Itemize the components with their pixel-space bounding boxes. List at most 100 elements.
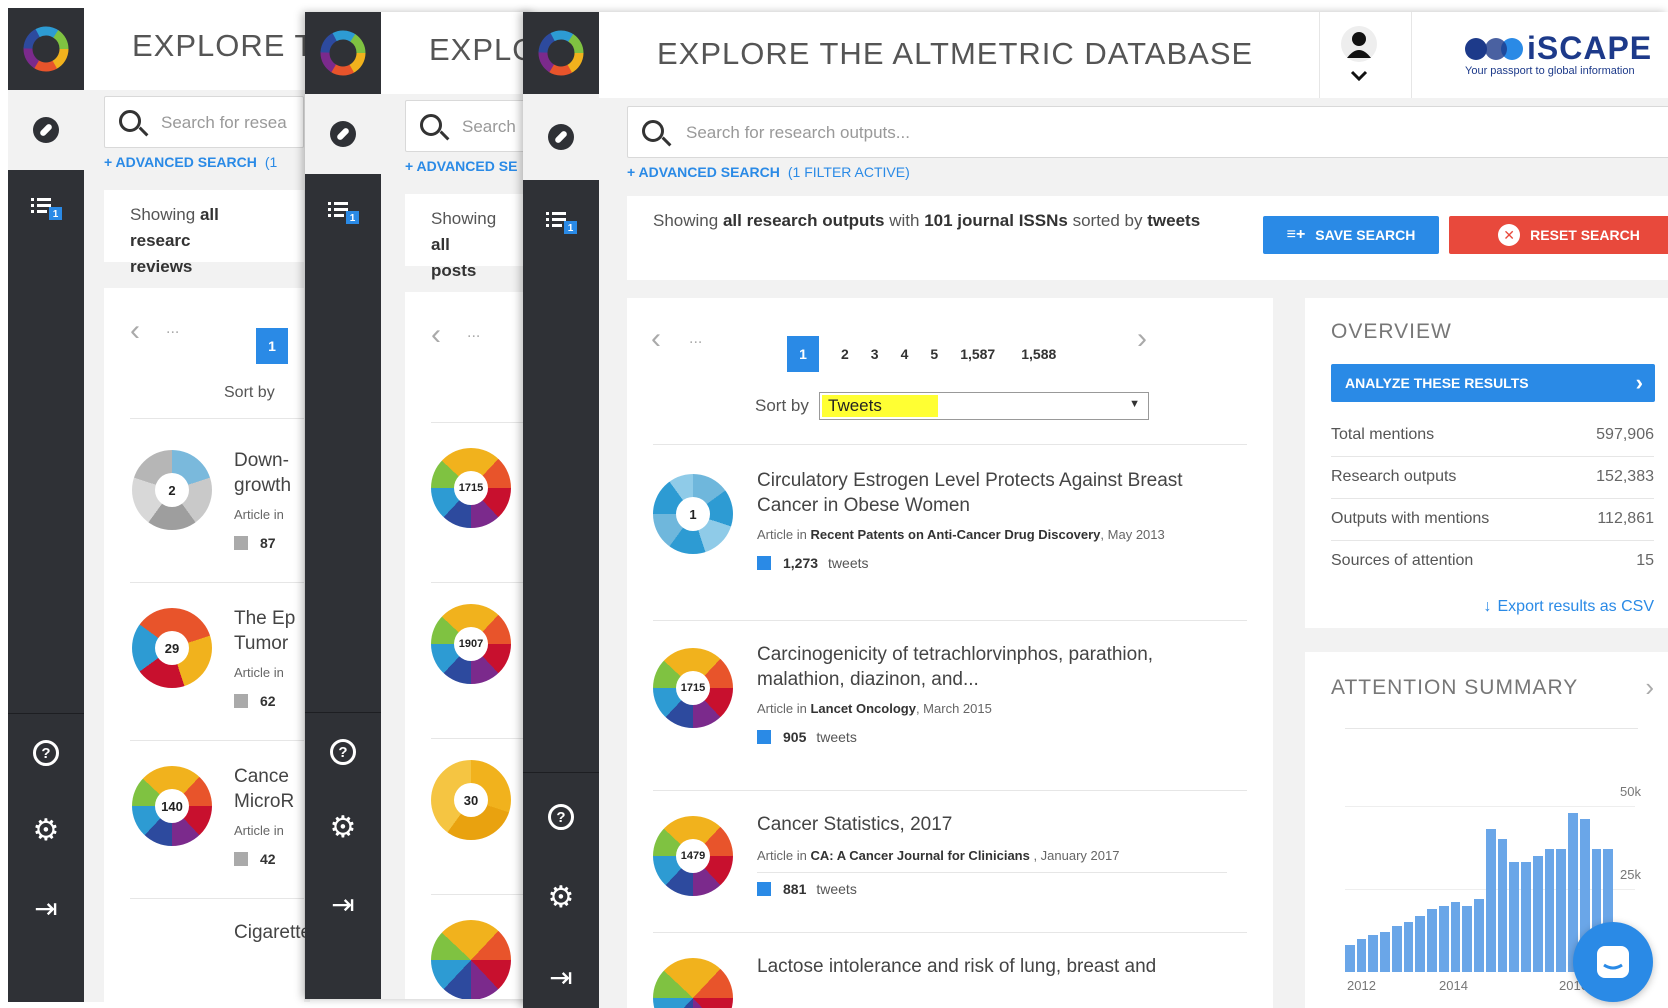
logout-button[interactable]: ⇥ xyxy=(305,874,381,934)
nav-saved-lists[interactable]: 1 xyxy=(523,192,599,252)
chart-bar[interactable] xyxy=(1415,916,1426,972)
page-2-button[interactable]: 2 xyxy=(841,346,849,362)
search-icon xyxy=(642,120,664,142)
altmetric-score-donut[interactable] xyxy=(653,958,733,1008)
settings-button[interactable]: ⚙ xyxy=(8,800,84,860)
result-count: 1,273 tweets xyxy=(757,555,1217,571)
altmetric-logo[interactable] xyxy=(8,8,84,90)
chart-bar[interactable] xyxy=(1345,945,1355,972)
altmetric-score-donut[interactable]: 1907 xyxy=(431,604,511,684)
logout-button[interactable]: ⇥ xyxy=(523,947,599,1007)
chart-bar[interactable] xyxy=(1403,922,1414,972)
altmetric-score-donut[interactable]: 2 xyxy=(132,450,212,530)
summary-card: Showing all posts xyxy=(405,194,535,280)
settings-button[interactable]: ⚙ xyxy=(523,867,599,927)
user-menu[interactable] xyxy=(1339,26,1393,86)
altmetric-score-donut[interactable]: 140 xyxy=(132,766,212,846)
advanced-search-link[interactable]: + ADVANCED SEARCH (1 FILTER ACTIVE) xyxy=(627,164,910,180)
list-item[interactable]: Down-growth Article in 87 xyxy=(234,448,310,551)
altmetric-score-donut[interactable] xyxy=(431,920,511,999)
altmetric-score-donut[interactable]: 1479 xyxy=(653,816,733,896)
chart-bar[interactable] xyxy=(1485,829,1496,972)
chart-bar[interactable] xyxy=(1474,899,1484,972)
advanced-search-link[interactable]: + ADVANCED SEARCH (1 xyxy=(104,154,277,170)
chart-bar[interactable] xyxy=(1462,906,1473,972)
result-title[interactable]: Circulatory Estrogen Level Protects Agai… xyxy=(757,468,1217,518)
chart-bar[interactable] xyxy=(1556,849,1567,972)
list-item[interactable]: Cigarette smoke mediates epig xyxy=(234,920,310,945)
altmetric-score-donut[interactable]: 1 xyxy=(653,474,733,554)
list-badge: 1 xyxy=(53,209,59,220)
chart-bar[interactable] xyxy=(1380,932,1390,972)
chart-bar[interactable] xyxy=(1532,856,1543,972)
altmetric-donut-icon xyxy=(320,30,366,76)
help-button[interactable]: ? xyxy=(523,787,599,847)
chart-bar[interactable] xyxy=(1427,909,1437,972)
nav-explore[interactable] xyxy=(8,90,84,170)
save-search-button[interactable]: ≡+ SAVE SEARCH xyxy=(1263,216,1439,254)
page-1-button[interactable]: 1 xyxy=(787,336,819,372)
page-1588-button[interactable]: 1,588 xyxy=(1021,346,1056,362)
result-title[interactable]: Cancer Statistics, 2017 xyxy=(757,812,1217,837)
page-3-button[interactable]: 3 xyxy=(871,346,879,362)
page-1587-button[interactable]: 1,587 xyxy=(960,346,995,362)
chat-launcher-button[interactable] xyxy=(1573,922,1653,1002)
altmetric-logo[interactable] xyxy=(305,12,381,94)
page-1-button[interactable]: 1 xyxy=(256,328,288,364)
nav-explore[interactable] xyxy=(305,94,381,174)
list-item[interactable]: Cance MicroR Article in 42 xyxy=(234,764,310,867)
help-icon: ? xyxy=(330,739,356,765)
help-button[interactable]: ? xyxy=(8,723,84,783)
chart-bar[interactable] xyxy=(1368,935,1379,972)
altmetric-logo[interactable] xyxy=(523,12,599,94)
page-5-button[interactable]: 5 xyxy=(930,346,938,362)
chart-bar[interactable] xyxy=(1450,902,1461,972)
chat-icon xyxy=(1597,946,1629,978)
export-csv-link[interactable]: ↓ Export results as CSV xyxy=(1484,598,1655,616)
close-icon: ✕ xyxy=(1498,224,1521,246)
analyze-results-button[interactable]: ANALYZE THESE RESULTS › xyxy=(1331,364,1655,402)
altmetric-score-donut[interactable]: 1715 xyxy=(431,448,511,528)
list-item[interactable]: Circulatory Estrogen Level Protects Agai… xyxy=(757,468,1217,571)
chart-bar[interactable] xyxy=(1438,906,1449,972)
page-title: EXPLORE T xyxy=(132,28,310,63)
logout-button[interactable]: ⇥ xyxy=(8,878,84,938)
sort-select[interactable]: Tweets ▼ xyxy=(819,392,1149,420)
altmetric-score-donut[interactable]: 30 xyxy=(431,760,511,840)
next-page-icon[interactable]: › xyxy=(1137,322,1147,356)
search-input[interactable]: Search xyxy=(405,100,535,152)
search-input[interactable]: Search for research outputs... xyxy=(627,106,1668,158)
user-avatar-icon xyxy=(1341,26,1377,82)
advanced-search-link[interactable]: + ADVANCED SE xyxy=(405,158,517,174)
chart-bar[interactable] xyxy=(1497,839,1508,972)
list-item[interactable]: Carcinogenicity of tetrachlorvinphos, pa… xyxy=(757,642,1217,745)
list-item[interactable]: Cancer Statistics, 2017 Article in CA: A… xyxy=(757,812,1227,897)
nav-saved-lists[interactable]: 1 xyxy=(305,182,381,242)
nav-saved-lists[interactable]: 1 xyxy=(8,178,84,238)
prev-page-icon[interactable]: ‹ xyxy=(651,322,661,356)
chart-bar[interactable] xyxy=(1391,926,1402,972)
nav-explore[interactable] xyxy=(523,94,599,180)
result-title[interactable]: Lactose intolerance and risk of lung, br… xyxy=(757,954,1217,979)
settings-button[interactable]: ⚙ xyxy=(305,797,381,857)
overview-title: OVERVIEW xyxy=(1331,320,1452,343)
chart-bar[interactable] xyxy=(1509,862,1520,972)
page-4-button[interactable]: 4 xyxy=(901,346,909,362)
chart-bar[interactable] xyxy=(1521,862,1531,972)
list-item[interactable]: The Ep Tumor Article in 62 xyxy=(234,606,310,709)
result-title[interactable]: Carcinogenicity of tetrachlorvinphos, pa… xyxy=(757,642,1217,692)
reset-search-button[interactable]: ✕ RESET SEARCH xyxy=(1449,216,1668,254)
search-input[interactable]: Search for resea xyxy=(104,96,304,148)
help-button[interactable]: ? xyxy=(305,722,381,782)
chevron-right-icon[interactable]: › xyxy=(1645,672,1654,703)
altmetric-score-donut[interactable]: 29 xyxy=(132,608,212,688)
list-item[interactable]: Lactose intolerance and risk of lung, br… xyxy=(757,954,1217,979)
save-list-icon: ≡+ xyxy=(1286,226,1306,243)
altmetric-score-donut[interactable]: 1715 xyxy=(653,648,733,728)
summary-text: Showing all research outputs with 101 jo… xyxy=(653,211,1201,230)
chart-bar[interactable] xyxy=(1544,849,1555,972)
search-icon xyxy=(420,114,442,136)
prev-page-icon[interactable]: ‹ xyxy=(431,318,441,352)
chart-bar[interactable] xyxy=(1356,939,1367,972)
prev-page-icon[interactable]: ‹ xyxy=(130,314,140,348)
